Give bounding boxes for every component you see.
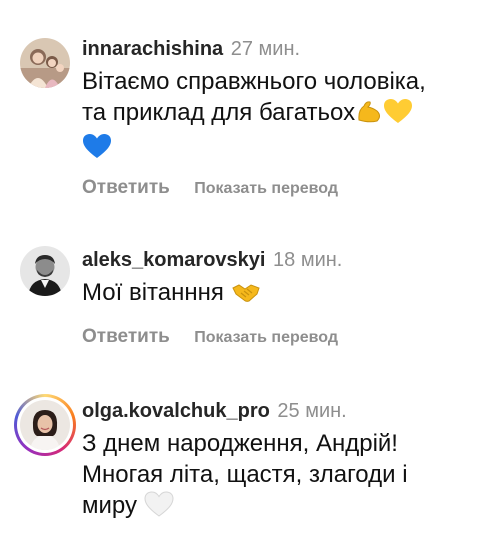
flexed-biceps-icon [355, 98, 383, 132]
comment-timestamp: 18 мин. [273, 249, 343, 271]
show-translation-button[interactable]: Показать перевод [194, 180, 338, 197]
blue-heart-icon [82, 133, 112, 167]
avatar[interactable] [20, 38, 70, 88]
handshake-icon [231, 280, 261, 312]
reply-button[interactable]: Ответить [82, 177, 170, 198]
comment-timestamp: 27 мин. [230, 38, 301, 60]
comment-timestamp: 25 мин. [277, 400, 347, 422]
avatar[interactable] [20, 400, 70, 450]
comment-username[interactable]: innarachishina [82, 38, 223, 60]
comment-text: Вітаємо справжнього чоловіка, та приклад… [82, 66, 490, 167]
comment-username[interactable]: olga.kovalchuk_pro [82, 400, 270, 422]
yellow-heart-icon [383, 98, 413, 132]
comment-text: Мої вітанння [82, 277, 490, 312]
white-heart-icon [144, 491, 174, 525]
avatar[interactable] [20, 246, 70, 296]
show-translation-button[interactable]: Показать перевод [194, 329, 338, 346]
comment-username[interactable]: aleks_komarovskyi [82, 249, 265, 271]
reply-button[interactable]: Ответить [82, 326, 170, 347]
comment-text: З днем народження, Андрій! Многая літа, … [82, 428, 490, 525]
